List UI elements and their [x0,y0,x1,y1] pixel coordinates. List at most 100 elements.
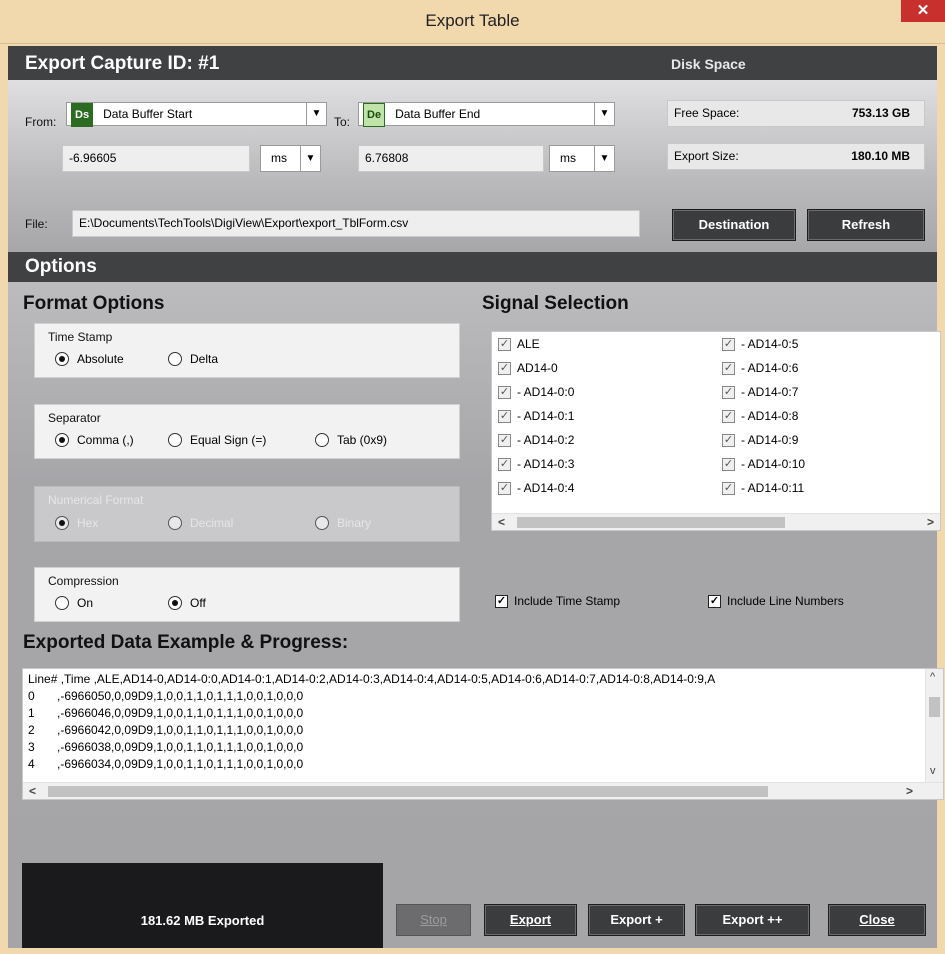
signal-checkbox[interactable]: ✓ - AD14-0:7 [722,385,798,399]
scroll-thumb[interactable] [517,517,785,528]
row-data: ,-6966034,0,09D9,1,0,0,1,1,0,1,1,1,0,0,1… [57,757,304,771]
export-preview[interactable]: Line# ,Time ,ALE,AD14-0,AD14-0:0,AD14-0:… [22,668,944,800]
de-marker-icon: De [363,103,386,127]
capture-title: Export Capture ID: #1 [25,53,220,74]
numerical-hex-radio: Hex [55,516,98,530]
chevron-right-icon[interactable]: > [906,784,913,798]
file-path-input[interactable]: E:\Documents\TechTools\DigiView\Export\e… [72,210,640,237]
checkmark-icon: ✓ [498,481,511,495]
to-unit-select[interactable]: ms ▼ [549,145,615,172]
signal-checkbox[interactable]: ✓ - AD14-0:10 [722,457,805,471]
checkmark-icon: ✓ [498,361,511,375]
preview-vscrollbar[interactable]: ^ v [925,669,943,782]
radio-label: Decimal [190,516,234,530]
include-timestamp-checkbox[interactable]: ✓ Include Time Stamp [495,594,620,608]
destination-button[interactable]: Destination [672,209,796,241]
from-unit-value: ms [271,151,287,165]
signal-checkbox[interactable]: ✓ - AD14-0:9 [722,433,798,447]
signal-label: - AD14-0:4 [517,481,575,495]
timestamp-absolute-radio[interactable]: Absolute [55,352,124,366]
preview-row: 4 ,-6966034,0,09D9,1,0,0,1,1,0,1,1,1,0,0,… [28,757,303,771]
scroll-thumb[interactable] [48,786,768,797]
export-size-label: Export Size: [674,149,739,163]
radio-label: Equal Sign (=) [190,433,267,447]
to-time-input[interactable]: 6.76808 [358,145,544,172]
signal-checkbox[interactable]: ✓ ALE [498,337,540,351]
signal-checkbox[interactable]: ✓ - AD14-0:0 [498,385,574,399]
checkbox-label: Include Time Stamp [514,594,621,608]
export-plus-button[interactable]: Export + [588,904,685,936]
line-number: 4 [28,757,35,771]
chevron-down-icon[interactable]: v [930,765,936,777]
separator-equal-radio[interactable]: Equal Sign (=) [168,433,266,447]
separator-tab-radio[interactable]: Tab (0x9) [315,433,387,447]
radio-icon [315,516,329,530]
signal-list-hscrollbar[interactable]: < > [492,513,940,530]
from-select[interactable]: Ds Data Buffer Start ▼ [66,102,327,127]
signal-checkbox[interactable]: ✓ AD14-0 [498,361,558,375]
signal-checkbox[interactable]: ✓ - AD14-0:1 [498,409,574,423]
include-line-numbers-checkbox[interactable]: ✓ Include Line Numbers [708,594,844,608]
separator-comma-radio[interactable]: Comma (,) [55,433,134,447]
disk-space-heading: Disk Space [671,56,746,72]
chevron-left-icon[interactable]: < [29,784,36,798]
signal-selection-title: Signal Selection [482,293,629,314]
ds-marker-icon: Ds [71,103,94,127]
numerical-format-group: Numerical Format Hex Decimal Binary [34,486,460,542]
from-time-input[interactable]: -6.96605 [62,145,250,172]
radio-icon [168,352,182,366]
signal-checkbox[interactable]: ✓ - AD14-0:8 [722,409,798,423]
radio-label: Binary [337,516,372,530]
separator-title: Separator [48,411,101,425]
separator-group: Separator Comma (,) Equal Sign (=) Tab (… [34,404,460,459]
preview-row: 2 ,-6966042,0,09D9,1,0,0,1,1,0,1,1,1,0,0,… [28,723,303,737]
checkmark-icon: ✓ [722,481,735,495]
signal-checkbox[interactable]: ✓ - AD14-0:3 [498,457,574,471]
preview-row: 3 ,-6966038,0,09D9,1,0,0,1,1,0,1,1,1,0,0,… [28,740,303,754]
checkmark-icon: ✓ [722,409,735,423]
chevron-right-icon[interactable]: > [927,515,934,529]
file-label: File: [25,217,48,231]
preview-row: 1 ,-6966046,0,09D9,1,0,0,1,1,0,1,1,1,0,0,… [28,706,303,720]
refresh-button[interactable]: Refresh [807,209,925,241]
export-size-row: Export Size: 180.10 MB [667,143,925,170]
chevron-left-icon[interactable]: < [498,515,505,529]
compression-group: Compression On Off [34,567,460,622]
radio-icon [168,516,182,530]
from-select-value: Data Buffer Start [103,107,193,121]
signal-checkbox[interactable]: ✓ - AD14-0:6 [722,361,798,375]
row-data: ,-6966042,0,09D9,1,0,0,1,1,0,1,1,1,0,0,1… [57,723,304,737]
timestamp-delta-radio[interactable]: Delta [168,352,218,366]
signal-checkbox[interactable]: ✓ - AD14-0:2 [498,433,574,447]
window-close-button[interactable]: ✕ [901,0,945,22]
compression-off-radio[interactable]: Off [168,596,206,610]
export-button[interactable]: Export [484,904,577,936]
export-size-value: 180.10 MB [851,149,910,163]
checkmark-icon: ✓ [495,594,508,608]
radio-selected-icon [55,433,69,447]
progress-panel [22,863,383,948]
export-plus-plus-button[interactable]: Export ++ [695,904,810,936]
signal-list[interactable]: ✓ ALE ✓ AD14-0 ✓ - AD14-0:0 ✓ - AD14-0:1 ✓… [491,331,941,531]
stop-button: Stop [396,904,471,936]
preview-hscrollbar[interactable]: < > [23,782,943,799]
signal-label: ALE [517,337,540,351]
scroll-thumb[interactable] [929,697,940,717]
signal-checkbox[interactable]: ✓ - AD14-0:5 [722,337,798,351]
checkmark-icon: ✓ [498,385,511,399]
compression-on-radio[interactable]: On [55,596,93,610]
progress-text: 181.62 MB Exported [140,913,265,928]
signal-checkbox[interactable]: ✓ - AD14-0:11 [722,481,804,495]
to-select[interactable]: De Data Buffer End ▼ [358,102,615,127]
radio-label: Comma (,) [77,433,134,447]
signal-checkbox[interactable]: ✓ - AD14-0:4 [498,481,574,495]
chevron-down-icon: ▼ [300,146,320,171]
preview-header-line: Line# ,Time ,ALE,AD14-0,AD14-0:0,AD14-0:… [28,672,716,686]
chevron-up-icon[interactable]: ^ [930,671,935,683]
from-unit-select[interactable]: ms ▼ [260,145,321,172]
close-button[interactable]: Close [828,904,926,936]
radio-icon [315,433,329,447]
compression-title: Compression [48,574,119,588]
window-title: Export Table [425,11,520,30]
button-label: Export ++ [722,912,783,927]
